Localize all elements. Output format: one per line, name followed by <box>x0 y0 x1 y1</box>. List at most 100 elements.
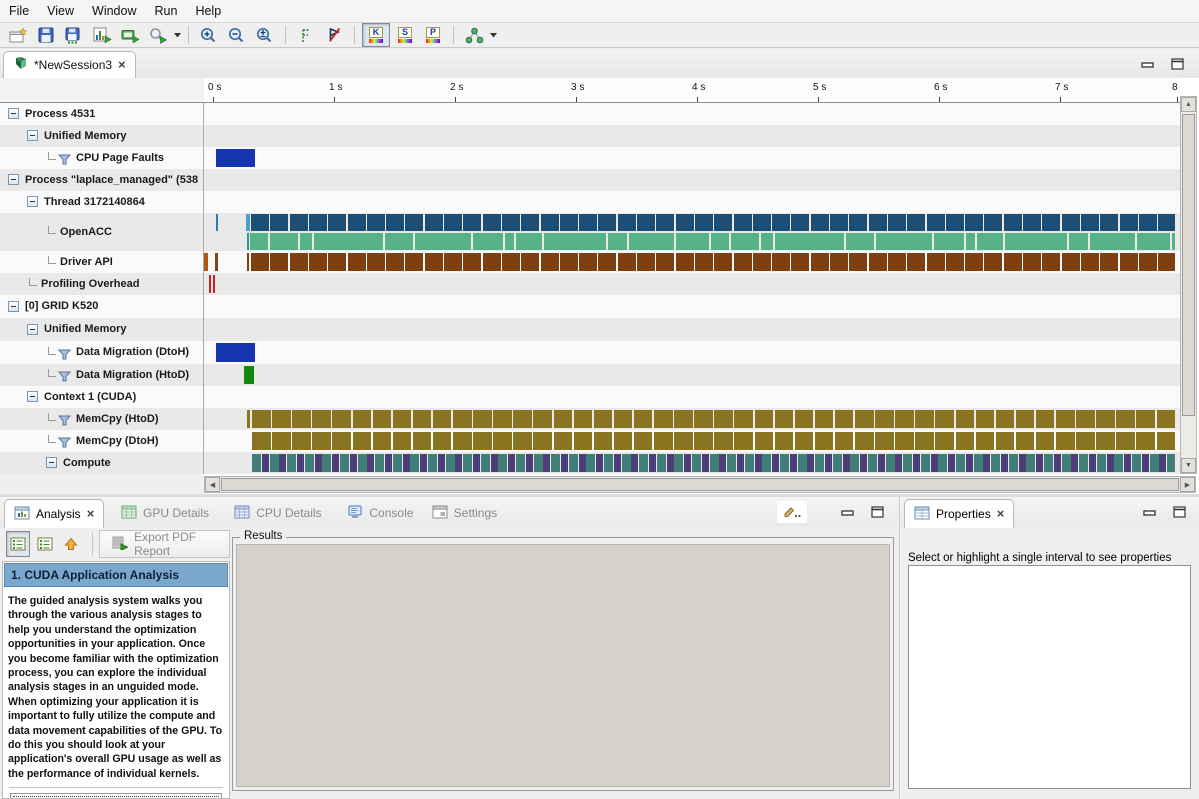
interval-bar[interactable] <box>815 410 834 428</box>
interval-bar[interactable] <box>287 454 296 472</box>
close-tab-icon[interactable]: × <box>997 509 1005 519</box>
interval-bar[interactable] <box>1016 432 1035 450</box>
interval-bar[interactable] <box>393 454 402 472</box>
interval-bar[interactable] <box>815 454 824 472</box>
interval-bar[interactable] <box>710 454 719 472</box>
scroll-left-icon[interactable]: ◀ <box>205 477 220 492</box>
interval-bar[interactable] <box>551 454 560 472</box>
interval-bar[interactable] <box>938 454 947 472</box>
interval-bar[interactable] <box>1100 214 1118 231</box>
interval-bar[interactable] <box>1062 214 1080 231</box>
interval-bar[interactable] <box>1124 454 1131 472</box>
interval-bar[interactable] <box>348 214 366 231</box>
interval-bar[interactable] <box>544 233 606 250</box>
interval-bar[interactable] <box>594 410 613 428</box>
interval-bar[interactable] <box>251 253 269 271</box>
interval-bar[interactable] <box>305 454 314 472</box>
interval-bar[interactable] <box>888 253 906 271</box>
interval-bar[interactable] <box>734 253 752 271</box>
interval-bar[interactable] <box>1100 253 1118 271</box>
interval-bar[interactable] <box>1009 454 1018 472</box>
interval-bar[interactable] <box>244 366 254 384</box>
interval-bar[interactable] <box>1056 432 1075 450</box>
interval-bar[interactable] <box>795 410 814 428</box>
timeline-canvas[interactable] <box>204 103 1180 474</box>
interval-bar[interactable] <box>386 214 404 231</box>
interval-bar[interactable] <box>502 253 520 271</box>
scroll-up-icon[interactable]: ▲ <box>1181 97 1196 112</box>
zoom-out-icon[interactable] <box>224 24 250 46</box>
interval-bar[interactable] <box>270 454 279 472</box>
interval-bar[interactable] <box>1136 410 1155 428</box>
interval-bar[interactable] <box>772 253 790 271</box>
back-up-button[interactable] <box>60 532 82 556</box>
interval-bar[interactable] <box>791 214 809 231</box>
interval-bar[interactable] <box>1044 454 1053 472</box>
interval-bar[interactable] <box>676 253 694 271</box>
run-analysis-icon[interactable] <box>145 24 171 46</box>
interval-bar[interactable] <box>915 432 934 450</box>
tab-properties[interactable]: Properties × <box>904 499 1014 528</box>
interval-bar[interactable] <box>328 253 346 271</box>
interval-bar[interactable] <box>272 410 291 428</box>
interval-bar[interactable] <box>798 454 807 472</box>
interval-bar[interactable] <box>1079 454 1088 472</box>
interval-bar[interactable] <box>1137 233 1170 250</box>
interval-bar[interactable] <box>1159 454 1166 472</box>
interval-bar[interactable] <box>373 432 392 450</box>
view-menu-icon[interactable] <box>777 501 807 523</box>
interval-bar[interactable] <box>1158 253 1175 271</box>
timeline-row-data-migration-htod[interactable]: Data Migration (HtoD) <box>0 364 203 386</box>
filter-icon[interactable] <box>58 413 71 431</box>
interval-bar[interactable] <box>405 214 423 231</box>
interval-bar[interactable] <box>714 214 732 231</box>
interval-bar[interactable] <box>1116 410 1135 428</box>
interval-bar[interactable] <box>604 454 613 472</box>
interval-bar[interactable] <box>247 410 250 428</box>
tab-cpu-details[interactable]: CPU Details <box>225 499 330 527</box>
interval-bar[interactable] <box>270 214 288 231</box>
new-session-icon[interactable] <box>5 24 31 46</box>
interval-bar[interactable] <box>674 454 683 472</box>
interval-bar[interactable] <box>1004 214 1022 231</box>
interval-bar[interactable] <box>526 454 533 472</box>
collapse-icon[interactable] <box>46 457 57 468</box>
scroll-down-icon[interactable]: ▼ <box>1181 458 1196 473</box>
interval-bar[interactable] <box>367 454 374 472</box>
interval-bar[interactable] <box>965 214 983 231</box>
interval-bar[interactable] <box>332 432 351 450</box>
interval-bar[interactable] <box>790 454 797 472</box>
interval-bar[interactable] <box>1139 253 1157 271</box>
menu-window[interactable]: Window <box>83 1 145 21</box>
interval-bar[interactable] <box>569 454 578 472</box>
interval-bar[interactable] <box>976 432 995 450</box>
interval-bar[interactable] <box>927 253 945 271</box>
timeline-lane-context-1-cuda[interactable] <box>204 386 1180 408</box>
maximize-icon[interactable] <box>1171 57 1185 75</box>
interval-bar[interactable] <box>875 432 894 450</box>
interval-bar[interactable] <box>977 233 1003 250</box>
interval-bar[interactable] <box>463 454 472 472</box>
timeline-row-profiling-overhead[interactable]: Profiling Overhead <box>0 273 203 295</box>
interval-bar[interactable] <box>375 454 384 472</box>
interval-bar[interactable] <box>579 214 597 231</box>
interval-bar[interactable] <box>974 454 983 472</box>
interval-bar[interactable] <box>1089 454 1096 472</box>
interval-bar[interactable] <box>453 410 472 428</box>
interval-bar[interactable] <box>654 410 673 428</box>
interval-bar[interactable] <box>1023 253 1041 271</box>
minimize-icon[interactable] <box>1143 505 1157 523</box>
timeline-lane-0-grid-k520[interactable] <box>204 295 1180 318</box>
timeline-lane-compute[interactable] <box>204 452 1180 474</box>
interval-bar[interactable] <box>966 233 975 250</box>
interval-bar[interactable] <box>622 454 631 472</box>
timeline-lane-unified-memory[interactable] <box>204 318 1180 341</box>
interval-bar[interactable] <box>340 454 349 472</box>
interval-bar[interactable] <box>753 214 771 231</box>
interval-bar[interactable] <box>921 454 930 472</box>
interval-bar[interactable] <box>1120 253 1138 271</box>
interval-bar[interactable] <box>420 454 427 472</box>
interval-bar[interactable] <box>869 253 887 271</box>
interval-bar[interactable] <box>314 233 383 250</box>
interval-bar[interactable] <box>674 432 693 450</box>
